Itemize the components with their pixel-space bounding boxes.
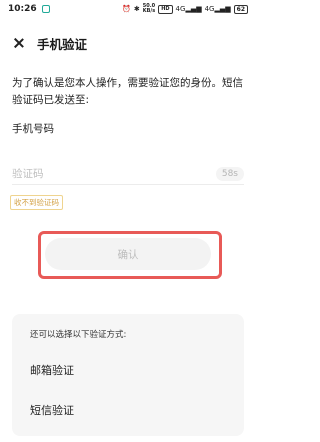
sms-verification-option[interactable]: 短信验证 xyxy=(30,402,74,418)
status-indicators: ⏰ ✱ 50.0 KB/s HD 4G▂▄▆ 4G▂▄▆ 62 xyxy=(122,4,248,14)
network-speed-unit: KB/s xyxy=(142,8,156,14)
alternative-methods-panel: 还可以选择以下验证方式: 邮箱验证 短信验证 xyxy=(12,314,244,436)
page-title: 手机验证 xyxy=(37,36,88,52)
network-speed: 50.0 KB/s xyxy=(143,4,156,14)
resend-countdown: 58s xyxy=(215,166,244,181)
notification-icon xyxy=(41,5,50,13)
confirm-button[interactable]: 确认 xyxy=(45,238,211,270)
signal-icon-2: 4G▂▄▆ xyxy=(204,4,231,13)
verification-code-input[interactable] xyxy=(12,167,192,180)
header: 手机验证 xyxy=(12,33,244,53)
alternative-methods-title: 还可以选择以下验证方式: xyxy=(30,330,127,340)
bluetooth-icon: ✱ xyxy=(133,4,140,13)
alarm-icon: ⏰ xyxy=(122,4,131,13)
battery-icon: 62 xyxy=(233,4,248,14)
status-time: 10:26 xyxy=(8,4,37,14)
close-icon[interactable] xyxy=(12,36,26,50)
signal-label-1: 4G xyxy=(175,4,186,13)
phone-number: 手机号码 xyxy=(12,123,54,135)
signal-icon-1: 4G▂▄▆ xyxy=(175,4,202,13)
no-code-link[interactable]: 收不到验证码 xyxy=(10,195,63,210)
verification-description: 为了确认是您本人操作，需要验证您的身份。短信验证码已发送至: xyxy=(12,77,243,106)
code-row: 58s xyxy=(12,163,244,185)
signal-label-2: 4G xyxy=(204,4,215,13)
email-verification-option[interactable]: 邮箱验证 xyxy=(30,362,74,378)
status-bar: 10:26 ⏰ ✱ 50.0 KB/s HD 4G▂▄▆ 4G▂▄▆ 62 xyxy=(0,0,256,18)
hd-badge: HD xyxy=(158,4,173,14)
